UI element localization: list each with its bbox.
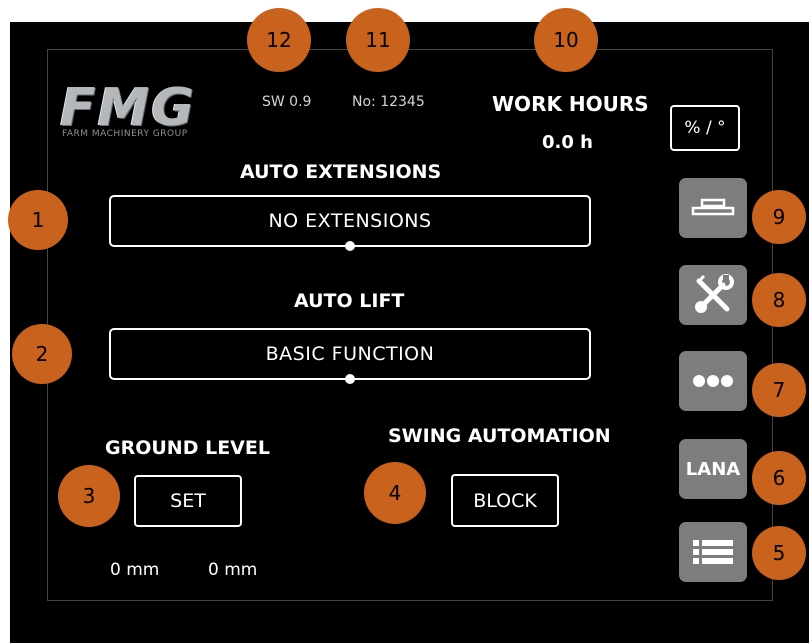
callout-5: 5	[752, 526, 806, 580]
callout-3: 3	[58, 465, 120, 527]
callout-10: 10	[534, 8, 598, 72]
callout-7: 7	[752, 363, 806, 417]
logo-text: FMG	[60, 78, 196, 138]
callout-6: 6	[752, 451, 806, 505]
auto-extensions-label: AUTO EXTENSIONS	[240, 161, 442, 183]
callout-2: 2	[12, 324, 72, 384]
callout-1: 1	[8, 190, 68, 250]
auto-extensions-selector[interactable]: NO EXTENSIONS	[109, 195, 591, 251]
auto-extensions-value: NO EXTENSIONS	[268, 210, 432, 232]
work-hours-value: 0.0 h	[542, 132, 593, 153]
selector-knob	[345, 374, 355, 384]
serial-number: No: 12345	[352, 94, 425, 110]
swing-automation-label: SWING AUTOMATION	[388, 425, 611, 447]
settings-tools-button[interactable]	[679, 265, 747, 325]
more-dots-icon	[693, 375, 733, 387]
lana-label: LANA	[685, 458, 741, 480]
callout-12: 12	[247, 8, 311, 72]
selector-knob	[345, 241, 355, 251]
callout-4: 4	[364, 462, 426, 524]
lana-button[interactable]: LANA	[679, 439, 747, 499]
callout-8: 8	[752, 273, 806, 327]
more-options-button[interactable]	[679, 351, 747, 411]
ground-level-left-value: 0 mm	[110, 560, 160, 580]
auto-lift-selector[interactable]: BASIC FUNCTION	[109, 328, 591, 384]
swing-automation-block-button[interactable]: BLOCK	[451, 474, 559, 527]
callout-9: 9	[752, 190, 806, 244]
wrench-screwdriver-icon	[695, 274, 734, 313]
implement-button[interactable]	[679, 178, 747, 238]
list-button[interactable]	[679, 522, 747, 582]
unit-toggle-button[interactable]: % / °	[670, 105, 740, 151]
implement-icon	[691, 198, 735, 216]
software-version: SW 0.9	[262, 94, 312, 110]
callout-11: 11	[346, 8, 410, 72]
ground-level-label: GROUND LEVEL	[105, 437, 270, 459]
work-hours-label: WORK HOURS	[492, 92, 649, 116]
ground-level-right-value: 0 mm	[208, 560, 258, 580]
auto-lift-label: AUTO LIFT	[294, 290, 405, 312]
auto-lift-value: BASIC FUNCTION	[265, 343, 435, 365]
fmg-logo: FMG FARM MACHINERY GROUP	[60, 82, 255, 142]
logo-subtitle: FARM MACHINERY GROUP	[62, 129, 188, 139]
list-icon	[693, 540, 733, 564]
ground-level-set-button[interactable]: SET	[134, 475, 242, 527]
